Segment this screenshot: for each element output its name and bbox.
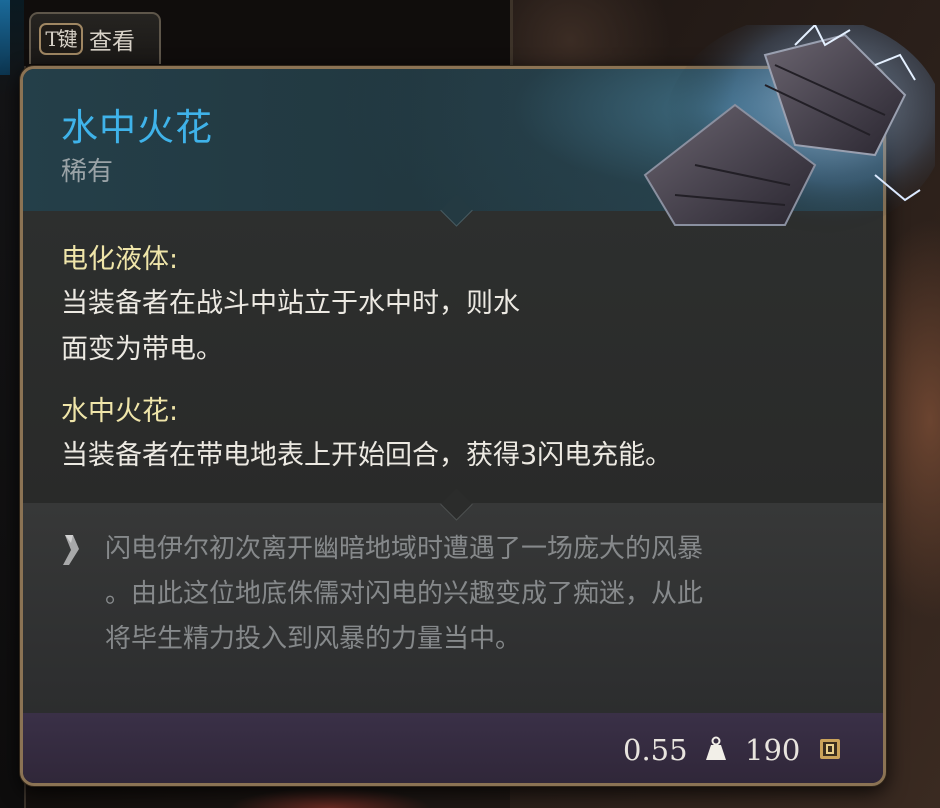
inspect-hint-button[interactable]: T键 查看 <box>29 12 161 64</box>
property-description-line: 当装备者在战斗中站立于水中时，则水 <box>61 288 520 319</box>
property-name: 水中火花: <box>61 396 179 427</box>
property-description: 当装备者在带电地表上开始回合，获得3闪电充能。 <box>61 433 672 479</box>
scene-background-accent <box>230 784 430 808</box>
lore-section: 闪电伊尔初次离开幽暗地域时遭遇了一场庞大的风暴 。由此这位地底侏儒对闪电的兴趣变… <box>23 503 883 713</box>
t-key-cap: T键 <box>39 23 83 55</box>
item-price: 190 <box>745 733 801 767</box>
tooltip-footer: 0.55 190 <box>23 713 883 783</box>
property-description: 当装备者在战斗中站立于水中时，则水 面变为带电。 <box>61 281 520 373</box>
property-description-line: 面变为带电。 <box>61 334 223 365</box>
item-weight: 0.55 <box>623 733 688 767</box>
lore-line: 闪电伊尔初次离开幽暗地域时遭遇了一场庞大的风暴 <box>105 534 704 564</box>
lore-text: 闪电伊尔初次离开幽暗地域时遭遇了一场庞大的风暴 。由此这位地底侏儒对闪电的兴趣变… <box>105 527 855 662</box>
item-rarity: 稀有 <box>61 157 114 187</box>
inspect-hint-label: 查看 <box>89 29 135 55</box>
gloves-icon <box>643 25 935 235</box>
lore-line: 。由此这位地底侏儒对闪电的兴趣变成了痴迷，从此 <box>105 579 704 609</box>
quill-icon <box>63 535 79 565</box>
weight-icon <box>706 736 726 760</box>
property-description-line: 当装备者在带电地表上开始回合，获得3闪电充能。 <box>61 440 673 471</box>
lore-line: 将毕生精力投入到风暴的力量当中。 <box>105 624 522 654</box>
property-name: 电化液体: <box>61 244 179 275</box>
item-name: 水中火花 <box>61 106 213 149</box>
gold-coin-icon <box>820 739 840 759</box>
